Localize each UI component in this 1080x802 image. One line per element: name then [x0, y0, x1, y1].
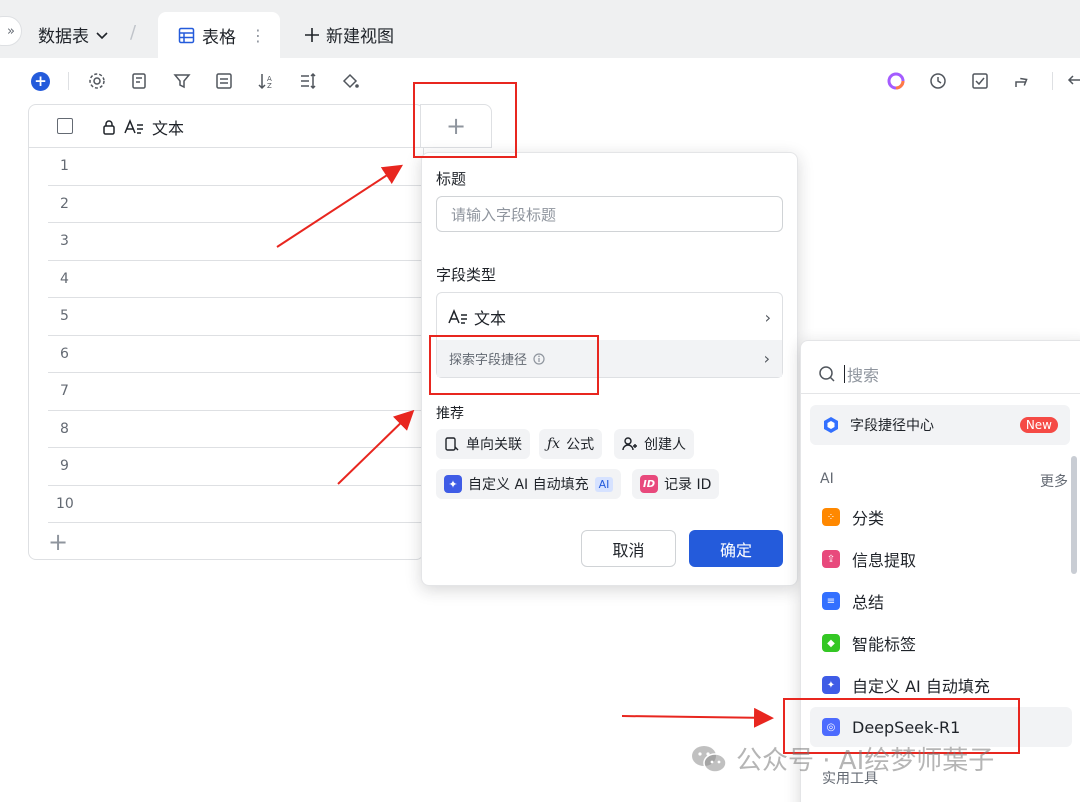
annotation-arrows	[276, 164, 774, 728]
wechat-logo-icon	[692, 745, 727, 773]
arrow-to-deepseek	[621, 707, 774, 728]
arrow-to-add-field	[276, 164, 404, 248]
watermark-text: 公众号 · AI绘梦师葉子	[736, 746, 995, 776]
arrow-to-explore	[337, 409, 415, 485]
watermark: 公众号 · AI绘梦师葉子	[690, 740, 994, 777]
